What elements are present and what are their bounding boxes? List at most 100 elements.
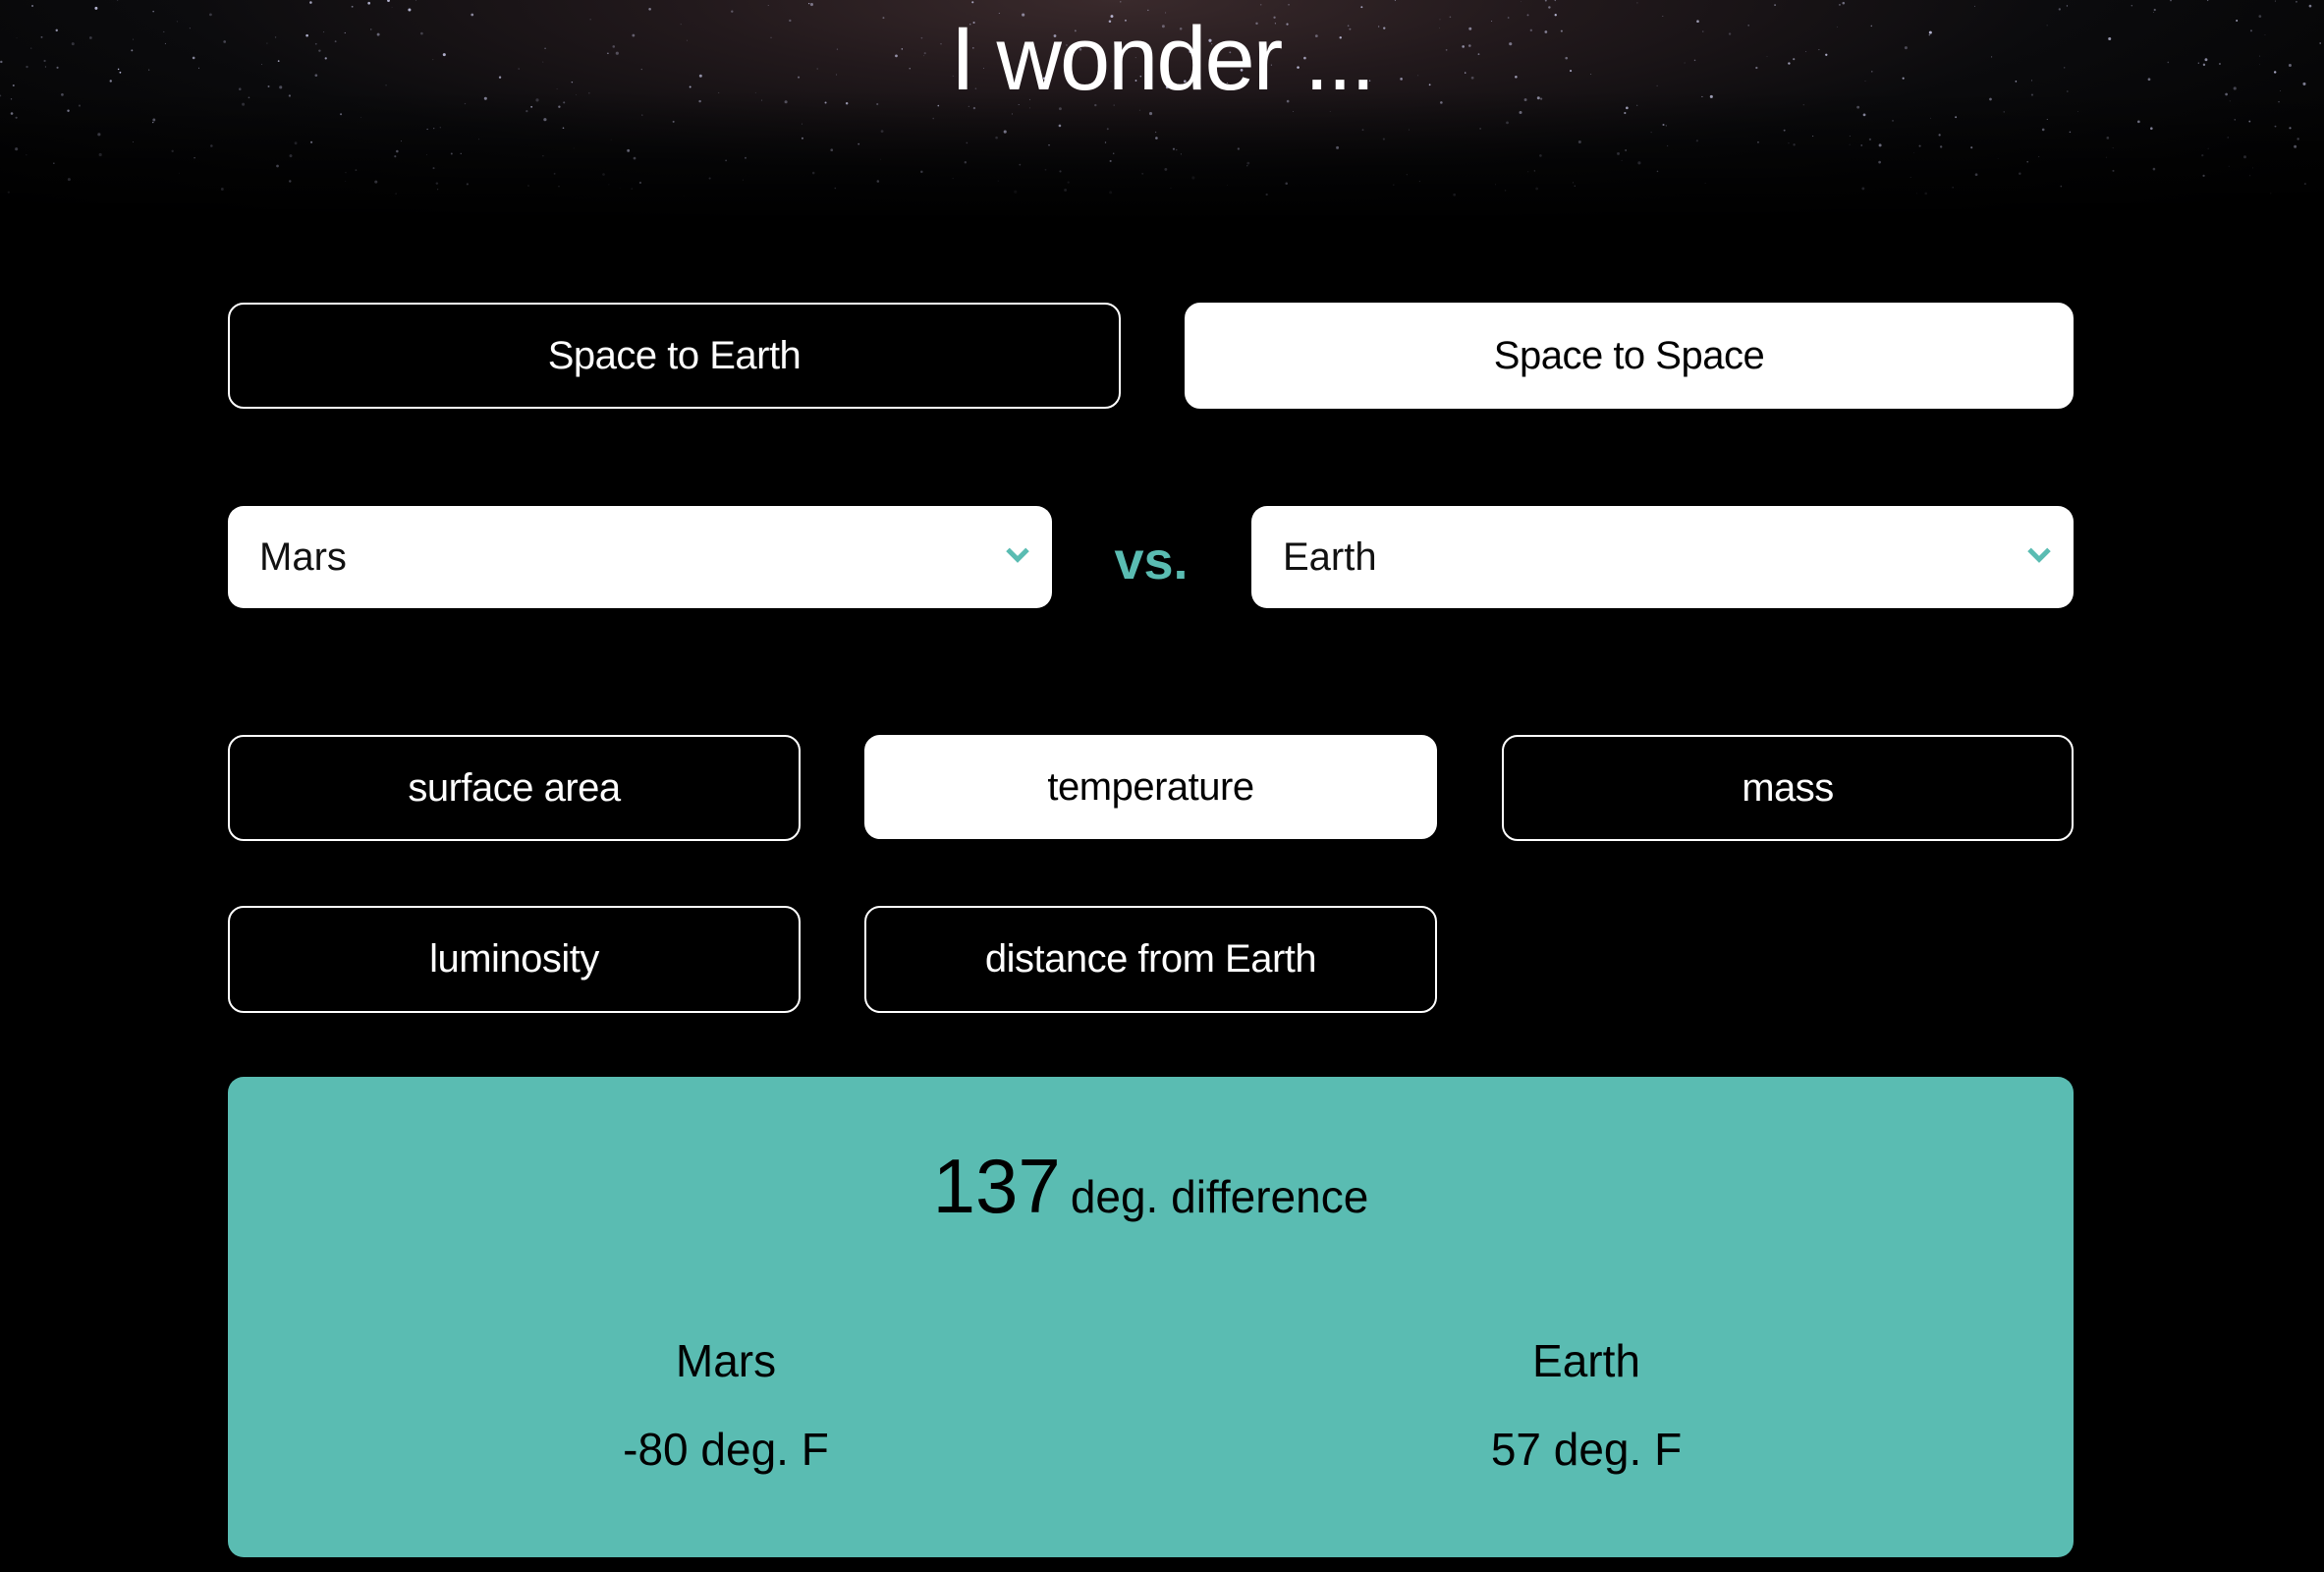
star — [2137, 120, 2140, 124]
star — [1938, 134, 1941, 137]
star — [1650, 132, 1652, 134]
star — [952, 178, 954, 180]
star — [1924, 192, 1928, 196]
star — [631, 188, 634, 190]
star — [2234, 119, 2237, 121]
star — [2248, 120, 2251, 123]
star — [1227, 185, 1228, 187]
star — [345, 172, 347, 174]
page-title: I wonder ... — [950, 9, 1375, 109]
difference-summary: 137 deg. difference — [228, 1142, 2074, 1231]
star — [53, 162, 55, 164]
star — [289, 154, 293, 158]
star — [2003, 111, 2005, 113]
star — [1519, 110, 1522, 114]
star — [1774, 4, 1776, 6]
star — [932, 117, 935, 120]
star — [98, 152, 102, 157]
star — [210, 144, 213, 147]
star — [179, 172, 180, 174]
metric-surface-area-button[interactable]: surface area — [228, 735, 801, 841]
star — [1154, 131, 1157, 134]
star — [2130, 5, 2133, 7]
star — [1164, 168, 1168, 171]
metric-luminosity-button[interactable]: luminosity — [228, 906, 801, 1013]
star — [152, 118, 156, 122]
star — [1621, 159, 1623, 161]
star — [2206, 0, 2209, 2]
star — [880, 130, 884, 133]
difference-value: 137 — [932, 1143, 1061, 1229]
star — [767, 5, 769, 6]
vs-label: vs. — [1114, 532, 1189, 590]
star — [1704, 182, 1706, 184]
star — [276, 164, 279, 168]
star — [1393, 184, 1395, 186]
left-object-select[interactable]: Mars — [228, 506, 1052, 608]
star — [1191, 176, 1195, 180]
star — [745, 156, 747, 159]
star — [966, 141, 968, 144]
star — [1141, 172, 1144, 175]
star — [608, 184, 610, 186]
star — [558, 186, 560, 188]
star — [920, 170, 923, 174]
mode-space-to-earth-button[interactable]: Space to Earth — [228, 303, 1121, 409]
star — [360, 117, 362, 119]
right-result-name: Earth — [1532, 1335, 1640, 1386]
metric-distance-from-earth-button[interactable]: distance from Earth — [864, 906, 1437, 1013]
star — [1148, 112, 1153, 116]
star — [2243, 155, 2247, 159]
star — [194, 156, 195, 159]
metric-temperature-button[interactable]: temperature — [864, 735, 1437, 839]
star — [1329, 110, 1331, 112]
star — [152, 121, 154, 124]
star — [1666, 144, 1669, 147]
star — [2077, 111, 2078, 113]
star — [1237, 147, 1240, 150]
star — [1973, 5, 1975, 7]
star — [1915, 193, 1917, 195]
star — [1361, 129, 1364, 132]
star — [543, 118, 547, 122]
star — [1048, 144, 1050, 146]
star — [171, 149, 174, 152]
star — [2112, 147, 2114, 149]
chevron-down-icon — [2027, 547, 2051, 563]
star — [627, 148, 631, 152]
star — [1617, 151, 1620, 155]
metric-mass-button[interactable]: mass — [1502, 735, 2074, 841]
star — [2202, 174, 2205, 177]
star — [1572, 182, 1575, 184]
star — [1044, 168, 1047, 171]
star — [971, 1, 974, 4]
star — [31, 5, 33, 7]
star — [1868, 138, 1872, 141]
star — [1862, 113, 1866, 117]
star — [834, 187, 837, 190]
star — [1577, 140, 1581, 143]
star — [2170, 0, 2172, 2]
star — [2037, 155, 2040, 158]
star — [1913, 152, 1915, 153]
star — [725, 159, 728, 162]
star — [1155, 137, 1158, 140]
star — [2294, 144, 2297, 148]
star — [309, 1, 312, 4]
star — [1527, 171, 1529, 173]
star — [1878, 160, 1881, 164]
star — [1625, 149, 1628, 151]
star — [995, 136, 998, 140]
chevron-down-icon — [1006, 547, 1029, 563]
star — [435, 182, 439, 185]
star — [809, 2, 813, 7]
right-object-select[interactable]: Earth — [1251, 506, 2074, 608]
star — [1788, 141, 1790, 144]
star — [801, 137, 803, 140]
star — [2252, 167, 2253, 169]
mode-space-to-space-button[interactable]: Space to Space — [1185, 303, 2074, 409]
star — [742, 179, 745, 181]
star — [374, 180, 378, 184]
star — [1104, 141, 1107, 143]
star — [1003, 130, 1007, 134]
